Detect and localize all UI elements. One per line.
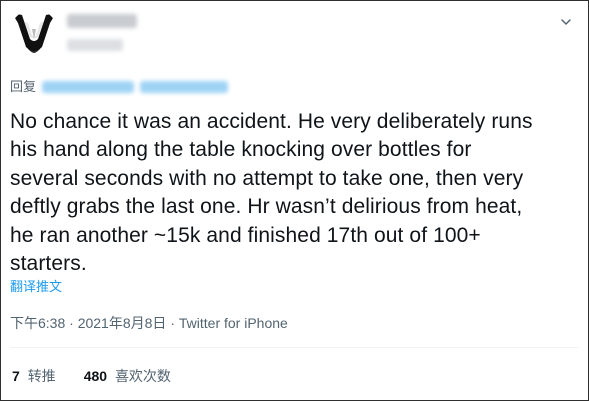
like-count[interactable]: 480 喜欢次数 [84, 367, 171, 385]
tweet-metadata: 下午6:38 · 2021年8月8日 · Twitter for iPhone [10, 314, 288, 332]
translate-tweet-link[interactable]: 翻译推文 [10, 278, 62, 296]
mention-link-redacted[interactable] [42, 81, 135, 93]
like-count-label: 喜欢次数 [114, 368, 171, 384]
retweet-count[interactable]: 7 转推 [12, 367, 56, 385]
meta-separator: · [170, 315, 175, 331]
user-handle-redacted[interactable] [67, 39, 123, 51]
tweet-text: No chance it was an accident. He very de… [10, 110, 533, 276]
retweet-count-value: 7 [12, 368, 20, 384]
more-options-icon[interactable] [560, 15, 572, 27]
tweet-time[interactable]: 下午6:38 [10, 315, 65, 331]
mention-link-redacted[interactable] [140, 81, 229, 93]
user-display-name-redacted[interactable] [67, 14, 137, 28]
tweet-source[interactable]: Twitter for iPhone [179, 315, 288, 331]
retweet-count-label: 转推 [27, 368, 56, 384]
meta-separator: · [69, 315, 74, 331]
tweet-date[interactable]: 2021年8月8日 [78, 315, 167, 331]
reply-prefix: 回复 [10, 79, 37, 94]
tweet-stats: 7 转推 480 喜欢次数 [12, 367, 171, 385]
tweet-card: 回复 No chance it was an accident. He very… [0, 0, 589, 401]
reply-context: 回复 [10, 78, 229, 96]
avatar[interactable] [10, 9, 58, 57]
like-count-value: 480 [83, 368, 108, 384]
divider [10, 347, 579, 348]
avatar-image [10, 9, 58, 57]
